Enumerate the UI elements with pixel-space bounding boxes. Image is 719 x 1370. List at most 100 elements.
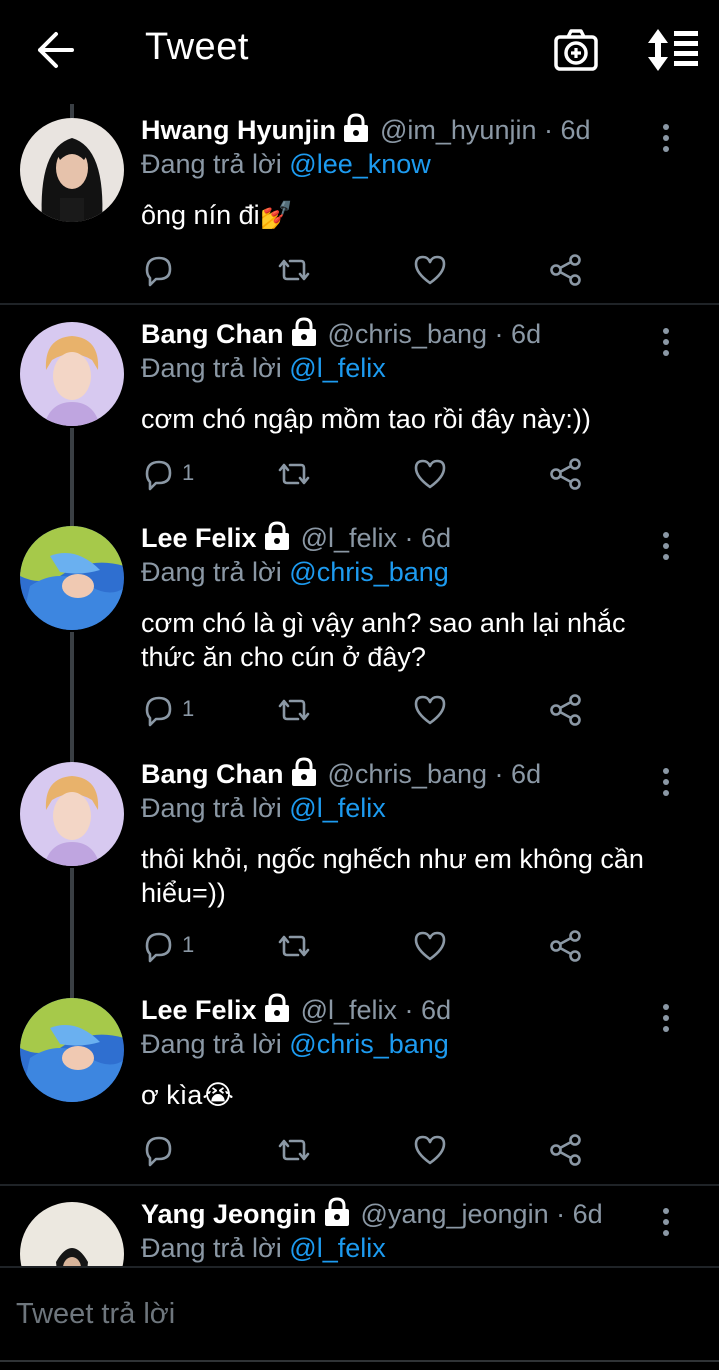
retweet-icon [276, 699, 312, 732]
separator-dot: · [544, 115, 553, 145]
like-button[interactable] [412, 692, 448, 732]
user-handle[interactable]: @chris_bang [328, 319, 488, 349]
display-name[interactable]: Yang Jeongin [141, 1199, 317, 1229]
retweet-button[interactable] [276, 692, 312, 732]
avatar[interactable] [20, 1202, 124, 1266]
lock-icon [290, 317, 318, 347]
reply-mention[interactable]: @chris_bang [289, 1029, 449, 1059]
reply-prefix: Đang trả lời [141, 1029, 282, 1059]
tweet[interactable]: Yang Jeongin @yang_jeongin · 6d Đang trả … [0, 1192, 719, 1266]
composer-underline [0, 1360, 719, 1362]
display-name[interactable]: Bang Chan [141, 759, 284, 789]
reply-icon [140, 696, 176, 732]
reply-icon [140, 932, 176, 968]
like-button[interactable] [412, 1132, 448, 1172]
tweet-text: ơ kìa😭 [141, 1080, 234, 1110]
lock-icon [342, 113, 370, 143]
like-icon [412, 459, 448, 496]
reply-button[interactable]: 1 [140, 928, 194, 968]
reply-context: Đang trả lời @l_felix [141, 790, 386, 826]
share-icon [548, 254, 584, 292]
retweet-icon [276, 1139, 312, 1172]
reply-mention[interactable]: @lee_know [289, 149, 431, 179]
avatar[interactable] [20, 762, 124, 866]
display-name[interactable]: Bang Chan [141, 319, 284, 349]
reply-mention[interactable]: @l_felix [289, 793, 385, 823]
timestamp: 6d [421, 523, 452, 553]
retweet-button[interactable] [276, 1132, 312, 1172]
retweet-button[interactable] [276, 456, 312, 496]
reply-button[interactable]: 1 [140, 692, 194, 732]
sort-icon[interactable] [644, 27, 700, 73]
display-name[interactable]: Hwang Hyunjin [141, 115, 336, 145]
reply-count: 1 [182, 460, 195, 485]
share-button[interactable] [548, 928, 584, 968]
like-button[interactable] [412, 252, 448, 292]
tweet-actions [140, 252, 600, 292]
tweet[interactable]: Lee Felix @l_felix · 6d Đang trả lời @chr… [0, 988, 719, 1184]
tweet[interactable]: Lee Felix @l_felix · 6d Đang trả lời @chr… [0, 516, 719, 752]
tweet[interactable]: Bang Chan @chris_bang · 6d Đang trả lời @… [0, 752, 719, 988]
user-handle[interactable]: @chris_bang [328, 759, 488, 789]
reply-composer[interactable]: Tweet trả lời [0, 1266, 719, 1370]
more-vertical-icon[interactable] [656, 530, 676, 564]
timestamp: 6d [421, 995, 452, 1025]
like-button[interactable] [412, 456, 448, 496]
more-vertical-icon[interactable] [656, 122, 676, 156]
avatar[interactable] [20, 322, 124, 426]
reply-mention[interactable]: @chris_bang [289, 557, 449, 587]
user-handle[interactable]: @l_felix [301, 995, 397, 1025]
display-name[interactable]: Lee Felix [141, 995, 257, 1025]
reply-prefix: Đang trả lời [141, 1233, 282, 1263]
more-vertical-icon[interactable] [656, 1206, 676, 1240]
reply-button[interactable] [140, 252, 176, 292]
timestamp: 6d [560, 115, 591, 145]
retweet-button[interactable] [276, 928, 312, 968]
like-icon [412, 695, 448, 732]
separator-dot: · [556, 1199, 566, 1229]
reply-context: Đang trả lời @l_felix [141, 350, 386, 386]
separator-dot: · [494, 319, 504, 349]
reply-mention[interactable]: @l_felix [289, 353, 385, 383]
back-arrow-icon[interactable] [34, 28, 78, 72]
page-title: Tweet [145, 26, 249, 68]
tweet[interactable]: Hwang Hyunjin @im_hyunjin · 6d Đang trả l… [0, 108, 719, 298]
separator-dot: · [494, 759, 504, 789]
retweet-button[interactable] [276, 252, 312, 292]
tweet-header: Bang Chan @chris_bang · 6d [141, 316, 541, 352]
tweet-text: cơm chó là gì vậy anh? sao anh lại nhắc … [141, 608, 626, 672]
reply-mention[interactable]: @l_felix [289, 1233, 385, 1263]
camera-plus-icon[interactable] [552, 27, 600, 73]
avatar[interactable] [20, 118, 124, 222]
display-name[interactable]: Lee Felix [141, 523, 257, 553]
reply-button[interactable]: 1 [140, 456, 194, 496]
user-handle[interactable]: @yang_jeongin [361, 1199, 549, 1229]
divider [0, 1184, 719, 1186]
divider [0, 303, 719, 305]
avatar[interactable] [20, 526, 124, 630]
reply-context: Đang trả lời @chris_bang [141, 554, 449, 590]
share-icon [548, 694, 584, 732]
reply-input[interactable]: Tweet trả lời [16, 1298, 175, 1331]
timestamp: 6d [572, 1199, 603, 1229]
lock-icon [263, 521, 291, 551]
share-button[interactable] [548, 456, 584, 496]
reply-icon [140, 256, 176, 292]
more-vertical-icon[interactable] [656, 1002, 676, 1036]
reply-prefix: Đang trả lời [141, 793, 282, 823]
reply-button[interactable] [140, 1132, 176, 1172]
share-button[interactable] [548, 252, 584, 292]
share-button[interactable] [548, 1132, 584, 1172]
like-button[interactable] [412, 928, 448, 968]
tweet[interactable]: Bang Chan @chris_bang · 6d Đang trả lời @… [0, 312, 719, 512]
share-button[interactable] [548, 692, 584, 732]
reply-prefix: Đang trả lời [141, 353, 282, 383]
more-vertical-icon[interactable] [656, 766, 676, 800]
like-icon [412, 255, 448, 292]
user-handle[interactable]: @l_felix [301, 523, 397, 553]
more-vertical-icon[interactable] [656, 326, 676, 360]
user-handle[interactable]: @im_hyunjin [380, 115, 536, 145]
avatar[interactable] [20, 998, 124, 1102]
reply-context: Đang trả lời @lee_know [141, 146, 431, 182]
tweet-text: ông nín đi💅 [141, 200, 294, 230]
